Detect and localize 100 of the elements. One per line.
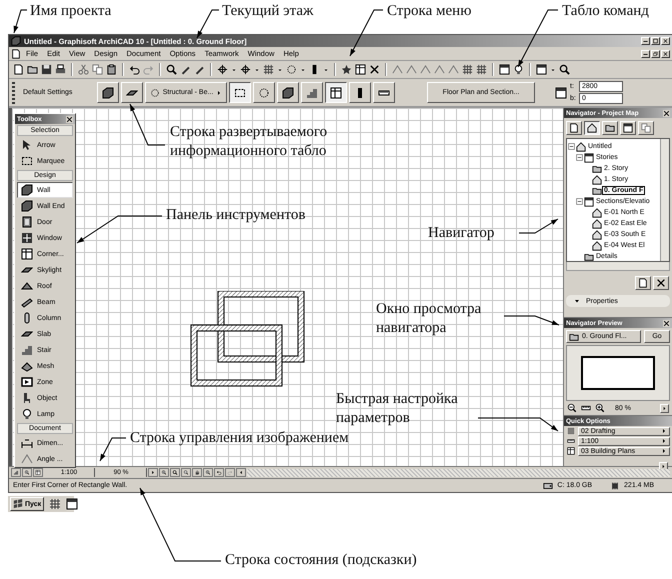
scrollbar[interactable] (566, 262, 670, 271)
page-icon[interactable] (13, 64, 24, 75)
callout-label: Строка управления изображением (130, 429, 349, 448)
callout-label: Строка состояния (подсказки) (225, 551, 417, 570)
maximize-button[interactable] (651, 37, 660, 45)
undo-icon[interactable] (129, 64, 140, 75)
tri-icon[interactable] (148, 468, 158, 477)
window-icon[interactable] (536, 64, 547, 75)
table-icon[interactable] (355, 64, 366, 75)
block-icon (21, 200, 33, 212)
angle-icon[interactable] (434, 64, 445, 75)
zoom-in-icon[interactable] (595, 403, 605, 413)
magnifier-icon[interactable] (166, 64, 177, 75)
block-icon (282, 86, 294, 98)
magnifier-icon[interactable] (170, 468, 180, 477)
chair-icon (21, 392, 33, 404)
angle-icon[interactable] (406, 64, 417, 75)
grid-icon[interactable] (462, 64, 473, 75)
folder-icon (592, 164, 602, 174)
dots-icon[interactable] (286, 64, 297, 75)
folder-icon[interactable] (27, 64, 38, 75)
zoomin-icon[interactable] (203, 468, 213, 477)
scissors-icon[interactable] (78, 64, 89, 75)
scrollbar[interactable] (247, 468, 670, 476)
minimize-button[interactable] (641, 50, 650, 58)
close-button[interactable] (66, 116, 73, 122)
close-button[interactable] (663, 320, 670, 326)
eye-icon (150, 88, 160, 98)
callout-label: Строка меню (387, 2, 472, 21)
tool-button[interactable] (325, 82, 347, 103)
grid-icon[interactable] (263, 64, 274, 75)
bulb-icon[interactable] (513, 64, 524, 75)
window-icon (584, 152, 594, 162)
grid-icon[interactable] (49, 498, 62, 510)
copy-icon[interactable] (638, 121, 654, 135)
collapse-icon[interactable] (568, 143, 575, 150)
house-icon (576, 142, 586, 152)
stair-icon[interactable] (11, 468, 21, 477)
grid-icon[interactable] (476, 64, 487, 75)
stair-icon (21, 344, 33, 356)
callout-label: Табло команд (562, 2, 649, 21)
dashed-square-icon (21, 155, 33, 167)
angle-icon[interactable] (448, 64, 459, 75)
chip-icon (610, 480, 620, 490)
redo-icon[interactable] (225, 468, 235, 477)
callout-label: Быстрая настройка параметров (336, 390, 459, 428)
restore-button[interactable] (651, 50, 660, 58)
leader-line (14, 10, 28, 34)
collapse-icon[interactable] (576, 154, 583, 161)
folder-icon[interactable] (602, 121, 618, 135)
triangle-icon (574, 298, 580, 304)
export-icon[interactable] (566, 121, 582, 135)
house-icon[interactable] (584, 121, 600, 135)
mesh-icon (21, 360, 33, 372)
tool-button[interactable] (229, 82, 251, 103)
window-icon (21, 232, 33, 244)
leader-line (350, 10, 384, 56)
new-view-icon[interactable] (635, 276, 651, 290)
close-button[interactable] (663, 110, 670, 116)
star-icon[interactable] (341, 64, 352, 75)
zoom-out-icon[interactable] (567, 403, 577, 413)
angle-icon (21, 453, 33, 465)
preview-area[interactable] (566, 345, 670, 401)
dots-icon (258, 86, 270, 98)
window-icon[interactable] (66, 498, 78, 510)
callout-label: Навигатор (428, 224, 494, 243)
flag-icon (13, 499, 23, 509)
block-icon (102, 86, 114, 98)
callout-label: Имя проекта (30, 2, 112, 21)
ruler-icon (567, 437, 575, 445)
angle-icon[interactable] (392, 64, 403, 75)
callout-label: Окно просмотра навигатора (376, 300, 482, 338)
window-icon (584, 196, 594, 206)
scrollbar[interactable] (660, 139, 669, 261)
callout-label: Панель инструментов (166, 206, 306, 225)
leader-line (518, 218, 558, 234)
crosshair-icon[interactable] (240, 64, 251, 75)
cross-icon[interactable] (369, 64, 380, 75)
delete-icon[interactable] (653, 276, 669, 290)
magnifier-icon[interactable] (559, 64, 570, 75)
printer-icon[interactable] (55, 64, 66, 75)
pencil-icon[interactable] (194, 64, 205, 75)
copy-icon[interactable] (92, 64, 103, 75)
zoomin-icon[interactable] (22, 468, 32, 477)
hand-icon[interactable] (192, 468, 202, 477)
pencil-icon[interactable] (180, 64, 191, 75)
zoomin-icon[interactable] (159, 468, 169, 477)
zoomout-icon[interactable] (181, 468, 191, 477)
grid-icon (567, 427, 575, 435)
minimize-button[interactable] (641, 37, 650, 45)
callout-label: Строка развертываемого информационного табло (170, 123, 328, 161)
callout-label: Текущий этаж (222, 2, 314, 21)
window-icon[interactable] (499, 64, 510, 75)
table-icon[interactable] (33, 468, 43, 477)
leader-line (504, 316, 560, 326)
clipboard-icon[interactable] (106, 64, 117, 75)
collapse-icon[interactable] (576, 198, 583, 205)
angle-icon[interactable] (420, 64, 431, 75)
arrow-icon (216, 90, 222, 96)
crosshair-icon[interactable] (217, 64, 228, 75)
